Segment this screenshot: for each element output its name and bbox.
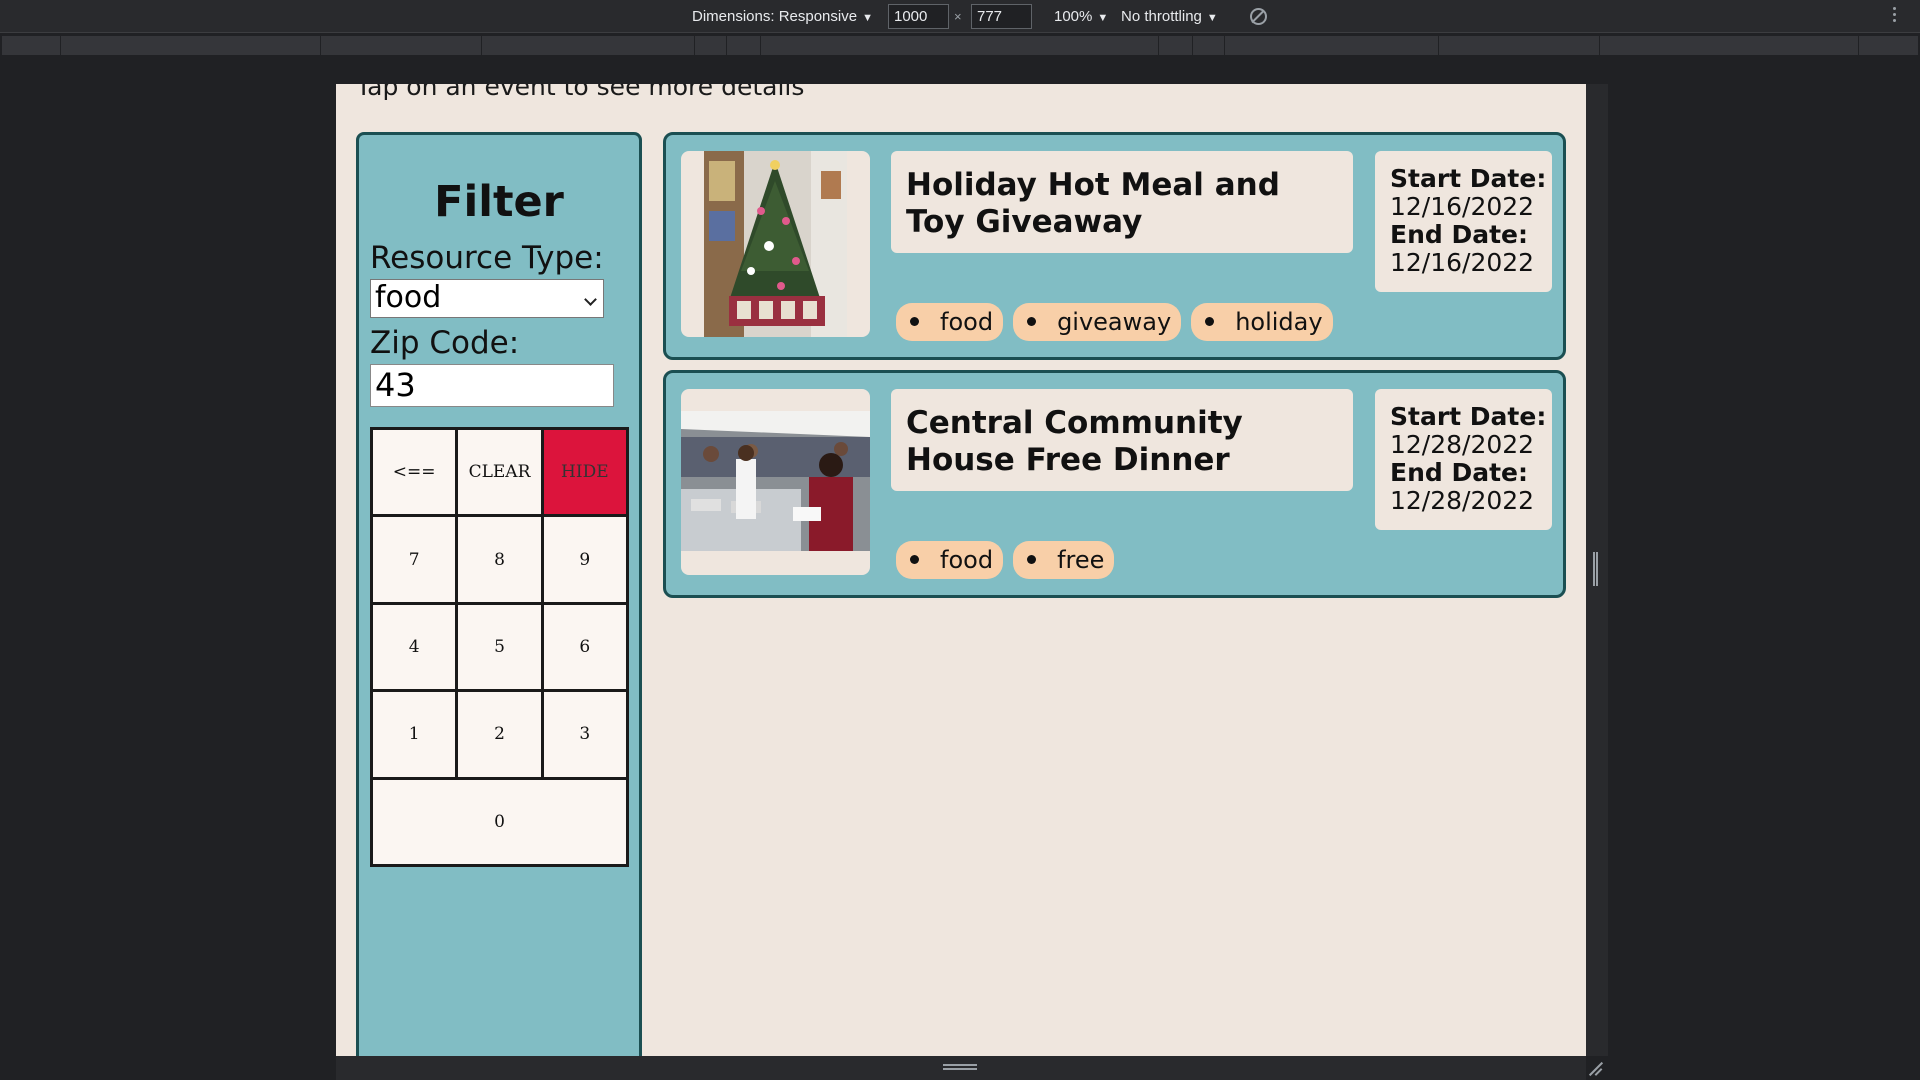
times-icon: × bbox=[954, 9, 962, 24]
resource-type-value: food bbox=[375, 280, 442, 315]
event-image bbox=[681, 389, 870, 575]
ruler-segment[interactable] bbox=[61, 36, 320, 55]
zip-keypad: <== CLEAR HIDE 7 8 9 4 5 6 1 2 3 0 bbox=[370, 427, 629, 867]
ruler-segment[interactable] bbox=[727, 36, 760, 55]
devtools-device-toolbar: Dimensions: Responsive ▼ 1000 × 777 100% ▼… bbox=[0, 0, 1920, 33]
tag-label: giveaway bbox=[1057, 308, 1172, 336]
bullet-icon bbox=[910, 554, 919, 564]
key-7[interactable]: 7 bbox=[373, 517, 456, 602]
chevron-down-icon: ▼ bbox=[1206, 12, 1218, 24]
event-title: Central Community House Free Dinner bbox=[891, 389, 1353, 491]
dimensions-dropdown[interactable]: Dimensions: Responsive ▼ bbox=[692, 0, 873, 33]
intro-text: Tap on an event to see more details bbox=[356, 84, 805, 101]
zoom-label: 100% bbox=[1054, 8, 1093, 25]
throttling-label: No throttling bbox=[1121, 8, 1202, 25]
filter-panel: Filter Resource Type: food Zip Code: 43 … bbox=[356, 132, 642, 1056]
start-date-value: 12/28/2022 bbox=[1390, 430, 1535, 459]
resource-type-select[interactable]: food bbox=[370, 279, 604, 318]
filter-title: Filter bbox=[434, 177, 564, 227]
event-card[interactable]: Central Community House Free Dinner Star… bbox=[663, 370, 1566, 598]
christmas-tree-photo bbox=[704, 151, 847, 337]
end-date-label: End Date: bbox=[1390, 220, 1529, 249]
tag-label: free bbox=[1057, 546, 1105, 574]
bullet-icon bbox=[910, 316, 919, 326]
clear-key[interactable]: CLEAR bbox=[458, 430, 541, 515]
tag-badge: giveaway bbox=[1013, 303, 1182, 341]
end-date-value: 12/16/2022 bbox=[1390, 248, 1535, 277]
bullet-icon bbox=[1027, 316, 1037, 326]
tag-badge: holiday bbox=[1191, 303, 1333, 341]
start-date-label: Start Date: bbox=[1390, 164, 1547, 193]
event-dates: Start Date: 12/16/2022 End Date: 12/16/2… bbox=[1375, 151, 1552, 292]
event-title: Holiday Hot Meal and Toy Giveaway bbox=[891, 151, 1353, 253]
ruler-segment[interactable] bbox=[1225, 36, 1438, 55]
key-1[interactable]: 1 bbox=[373, 692, 456, 777]
end-date-label: End Date: bbox=[1390, 458, 1529, 487]
zip-code-label: Zip Code: bbox=[370, 325, 520, 361]
key-3[interactable]: 3 bbox=[543, 692, 626, 777]
zip-code-input[interactable]: 43 bbox=[370, 364, 614, 407]
ruler-segment[interactable] bbox=[761, 36, 1158, 55]
chevron-down-icon: ▼ bbox=[1097, 12, 1109, 24]
ruler-segment[interactable] bbox=[1193, 36, 1224, 55]
tag-badge: food bbox=[896, 541, 1004, 579]
backspace-key[interactable]: <== bbox=[373, 430, 456, 515]
key-2[interactable]: 2 bbox=[458, 692, 541, 777]
community-dinner-photo bbox=[681, 411, 870, 551]
event-dates: Start Date: 12/28/2022 End Date: 12/28/2… bbox=[1375, 389, 1552, 530]
ruler-segment[interactable] bbox=[1859, 36, 1918, 55]
tag-badge: free bbox=[1013, 541, 1115, 579]
tag-label: holiday bbox=[1235, 308, 1323, 336]
ruler-segment[interactable] bbox=[695, 36, 726, 55]
tag-label: food bbox=[940, 308, 994, 336]
dimensions-label: Dimensions: Responsive bbox=[692, 8, 858, 25]
ruler-segment[interactable] bbox=[1439, 36, 1599, 55]
event-tags: food giveaway holiday bbox=[896, 303, 1333, 341]
media-query-ruler bbox=[0, 34, 1920, 57]
key-6[interactable]: 6 bbox=[543, 604, 626, 690]
ruler-segment[interactable] bbox=[2, 36, 60, 55]
key-9[interactable]: 9 bbox=[543, 517, 626, 602]
throttling-dropdown[interactable]: No throttling ▼ bbox=[1121, 0, 1218, 33]
resource-type-label: Resource Type: bbox=[370, 240, 604, 276]
start-date-value: 12/16/2022 bbox=[1390, 192, 1535, 221]
key-8[interactable]: 8 bbox=[458, 517, 541, 602]
tag-badge: food bbox=[896, 303, 1004, 341]
bullet-icon bbox=[1205, 316, 1215, 326]
key-5[interactable]: 5 bbox=[458, 604, 541, 690]
tag-label: food bbox=[940, 546, 994, 574]
chevron-down-icon: ▼ bbox=[862, 12, 873, 24]
more-options-icon[interactable] bbox=[1893, 7, 1897, 26]
resize-grip-icon bbox=[1593, 552, 1598, 586]
viewport-height-input[interactable]: 777 bbox=[971, 4, 1032, 29]
ruler-segment[interactable] bbox=[321, 36, 481, 55]
ruler-segment[interactable] bbox=[482, 36, 694, 55]
zoom-dropdown[interactable]: 100% ▼ bbox=[1054, 0, 1108, 33]
resize-corner-icon[interactable] bbox=[1588, 1060, 1604, 1076]
start-date-label: Start Date: bbox=[1390, 402, 1547, 431]
viewport-width-input[interactable]: 1000 bbox=[888, 4, 949, 29]
bullet-icon bbox=[1027, 554, 1037, 564]
event-image bbox=[681, 151, 870, 337]
hide-key[interactable]: HIDE bbox=[543, 430, 626, 515]
event-card[interactable]: Holiday Hot Meal and Toy Giveaway Start … bbox=[663, 132, 1566, 360]
emulated-viewport: Tap on an event to see more details Filt… bbox=[336, 84, 1586, 1056]
key-4[interactable]: 4 bbox=[373, 604, 456, 690]
resize-grip-icon bbox=[943, 1064, 977, 1070]
end-date-value: 12/28/2022 bbox=[1390, 486, 1535, 515]
key-0[interactable]: 0 bbox=[373, 779, 626, 864]
chevron-down-icon bbox=[584, 293, 597, 306]
rotate-icon[interactable] bbox=[1250, 8, 1267, 25]
event-tags: food free bbox=[896, 541, 1115, 579]
ruler-segment[interactable] bbox=[1600, 36, 1858, 55]
ruler-segment[interactable] bbox=[1159, 36, 1192, 55]
